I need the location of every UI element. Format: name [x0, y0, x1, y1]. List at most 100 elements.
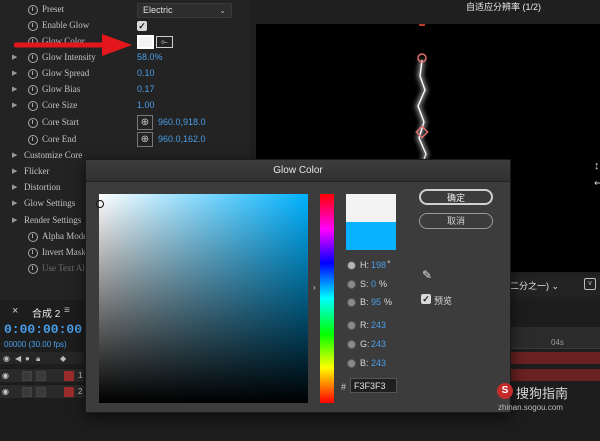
- current-color-preview[interactable]: [346, 222, 396, 250]
- eyedropper-icon[interactable]: ✎: [422, 268, 436, 282]
- blue-value[interactable]: 243: [371, 358, 386, 368]
- prop-label: Distortion: [24, 182, 61, 192]
- core-end-value[interactable]: 960.0,162.0: [158, 134, 206, 144]
- glow-bias-value[interactable]: 0.17: [137, 84, 155, 94]
- expand-triangle-icon[interactable]: ▶: [12, 152, 20, 160]
- expand-triangle-icon[interactable]: ▶: [12, 102, 20, 110]
- close-icon[interactable]: ×: [12, 305, 18, 317]
- prop-row-glow-spread: ▶ Glow Spread 0.10: [0, 66, 248, 82]
- frame-counter: 00000 (30.00 fps): [4, 340, 67, 349]
- glow-spread-value[interactable]: 0.10: [137, 68, 155, 78]
- crosshair-icon[interactable]: ⊕: [137, 132, 153, 147]
- enable-glow-checkbox[interactable]: ✓: [137, 21, 147, 31]
- stopwatch-icon[interactable]: [28, 21, 38, 31]
- solo-icon[interactable]: ●: [25, 354, 30, 363]
- radio-brightness[interactable]: [347, 298, 356, 307]
- radio-saturation[interactable]: [347, 280, 356, 289]
- dialog-title: Glow Color: [273, 165, 323, 176]
- color-picker-cursor[interactable]: [96, 200, 104, 208]
- tab-menu-icon[interactable]: ≡: [64, 305, 70, 316]
- core-size-value[interactable]: 1.00: [137, 100, 155, 110]
- anchor-point-icon[interactable]: [419, 20, 425, 26]
- timecode-display[interactable]: 0:00:00:00: [4, 322, 82, 337]
- red-value[interactable]: 243: [371, 320, 386, 330]
- preset-dropdown[interactable]: Electric ⌄: [137, 3, 232, 18]
- saturation-brightness-field[interactable]: [99, 194, 308, 403]
- crosshair-icon[interactable]: ⊕: [137, 115, 153, 130]
- prop-label: Alpha Mode: [42, 231, 88, 241]
- prop-row-core-start: Core Start ⊕ 960.0,918.0: [0, 115, 248, 131]
- dialog-titlebar[interactable]: Glow Color: [86, 160, 510, 182]
- stopwatch-icon[interactable]: [28, 101, 38, 111]
- layer-color-label[interactable]: [64, 371, 74, 381]
- stopwatch-icon[interactable]: [28, 5, 38, 15]
- vertical-arrow-icon[interactable]: ↕: [594, 160, 600, 172]
- stopwatch-icon[interactable]: [28, 135, 38, 145]
- layer-number: 2: [78, 387, 83, 396]
- expand-triangle-icon[interactable]: ▶: [12, 217, 20, 225]
- stopwatch-icon[interactable]: [28, 118, 38, 128]
- expand-triangle-icon[interactable]: ▶: [12, 200, 20, 208]
- layer-switch[interactable]: [36, 387, 46, 397]
- layer-color-label[interactable]: [64, 387, 74, 397]
- prop-label: Core Size: [42, 100, 78, 110]
- toolbar-icon[interactable]: ⟷: [594, 178, 600, 189]
- audio-icon[interactable]: ◀: [15, 354, 21, 363]
- stopwatch-icon[interactable]: [28, 264, 38, 274]
- prop-row-enable-glow: Enable Glow ✓: [0, 18, 248, 34]
- stopwatch-icon[interactable]: [28, 248, 38, 258]
- viewer-title: 自适应分辨率 (1/2): [466, 2, 542, 12]
- layer-number: 1: [78, 371, 83, 380]
- prop-label: Enable Glow: [42, 20, 90, 30]
- prop-label: Flicker: [24, 166, 50, 176]
- stopwatch-icon[interactable]: [28, 232, 38, 242]
- resolution-dropdown[interactable]: 二分之一) ⌄: [510, 279, 559, 292]
- radio-green[interactable]: [347, 340, 356, 349]
- fast-preview-icon[interactable]: v: [584, 278, 596, 290]
- prop-label: Preset: [42, 4, 64, 14]
- layer-row[interactable]: ◉ 2: [0, 384, 84, 398]
- label-tag-icon[interactable]: ◆: [60, 354, 66, 363]
- red-label: R:: [360, 320, 369, 330]
- radio-blue[interactable]: [347, 359, 356, 368]
- prop-row-preset: Preset Electric ⌄: [0, 2, 248, 18]
- saturation-value[interactable]: 0: [371, 279, 376, 289]
- glow-intensity-value[interactable]: 58.0%: [137, 52, 163, 62]
- hex-input[interactable]: F3F3F3: [350, 378, 397, 393]
- layer-row[interactable]: ◉ 1: [0, 368, 84, 382]
- stopwatch-icon[interactable]: [28, 69, 38, 79]
- blue-label: B:: [360, 358, 369, 368]
- stopwatch-icon[interactable]: [28, 85, 38, 95]
- prop-label: Core Start: [42, 117, 79, 127]
- tab-composition[interactable]: 合成 2: [32, 305, 60, 320]
- eyedropper-icon[interactable]: ⟜: [156, 36, 173, 48]
- cancel-button[interactable]: 取消: [419, 213, 493, 229]
- eye-icon[interactable]: ◉: [2, 387, 9, 396]
- percent-unit: %: [384, 297, 393, 307]
- time-ruler-label: 04s: [551, 338, 564, 347]
- lock-icon[interactable]: 🔒︎: [36, 354, 40, 364]
- expand-triangle-icon[interactable]: ▶: [12, 184, 20, 192]
- preview-checkbox[interactable]: ✓: [421, 294, 431, 304]
- core-start-value[interactable]: 960.0,918.0: [158, 117, 206, 127]
- eye-icon[interactable]: ◉: [3, 354, 10, 363]
- ok-button[interactable]: 确定: [419, 189, 493, 205]
- hue-slider-marker-icon[interactable]: ›: [313, 283, 316, 292]
- hue-value[interactable]: 198: [371, 260, 386, 270]
- expand-triangle-icon[interactable]: ▶: [12, 86, 20, 94]
- glow-color-swatch[interactable]: [137, 35, 154, 49]
- degree-unit: °: [387, 259, 391, 269]
- expand-triangle-icon[interactable]: ▶: [12, 168, 20, 176]
- brightness-value[interactable]: 95: [371, 297, 381, 307]
- eye-icon[interactable]: ◉: [2, 371, 9, 380]
- green-value[interactable]: 243: [371, 339, 386, 349]
- watermark-text: 搜狗指南: [516, 386, 569, 401]
- layer-switch[interactable]: [22, 387, 32, 397]
- layer-switch[interactable]: [22, 371, 32, 381]
- prop-row-core-size: ▶ Core Size 1.00: [0, 98, 248, 114]
- hue-slider[interactable]: [320, 194, 334, 403]
- expand-triangle-icon[interactable]: ▶: [12, 70, 20, 78]
- radio-red[interactable]: [347, 321, 356, 330]
- layer-switch[interactable]: [36, 371, 46, 381]
- radio-hue[interactable]: [347, 261, 356, 270]
